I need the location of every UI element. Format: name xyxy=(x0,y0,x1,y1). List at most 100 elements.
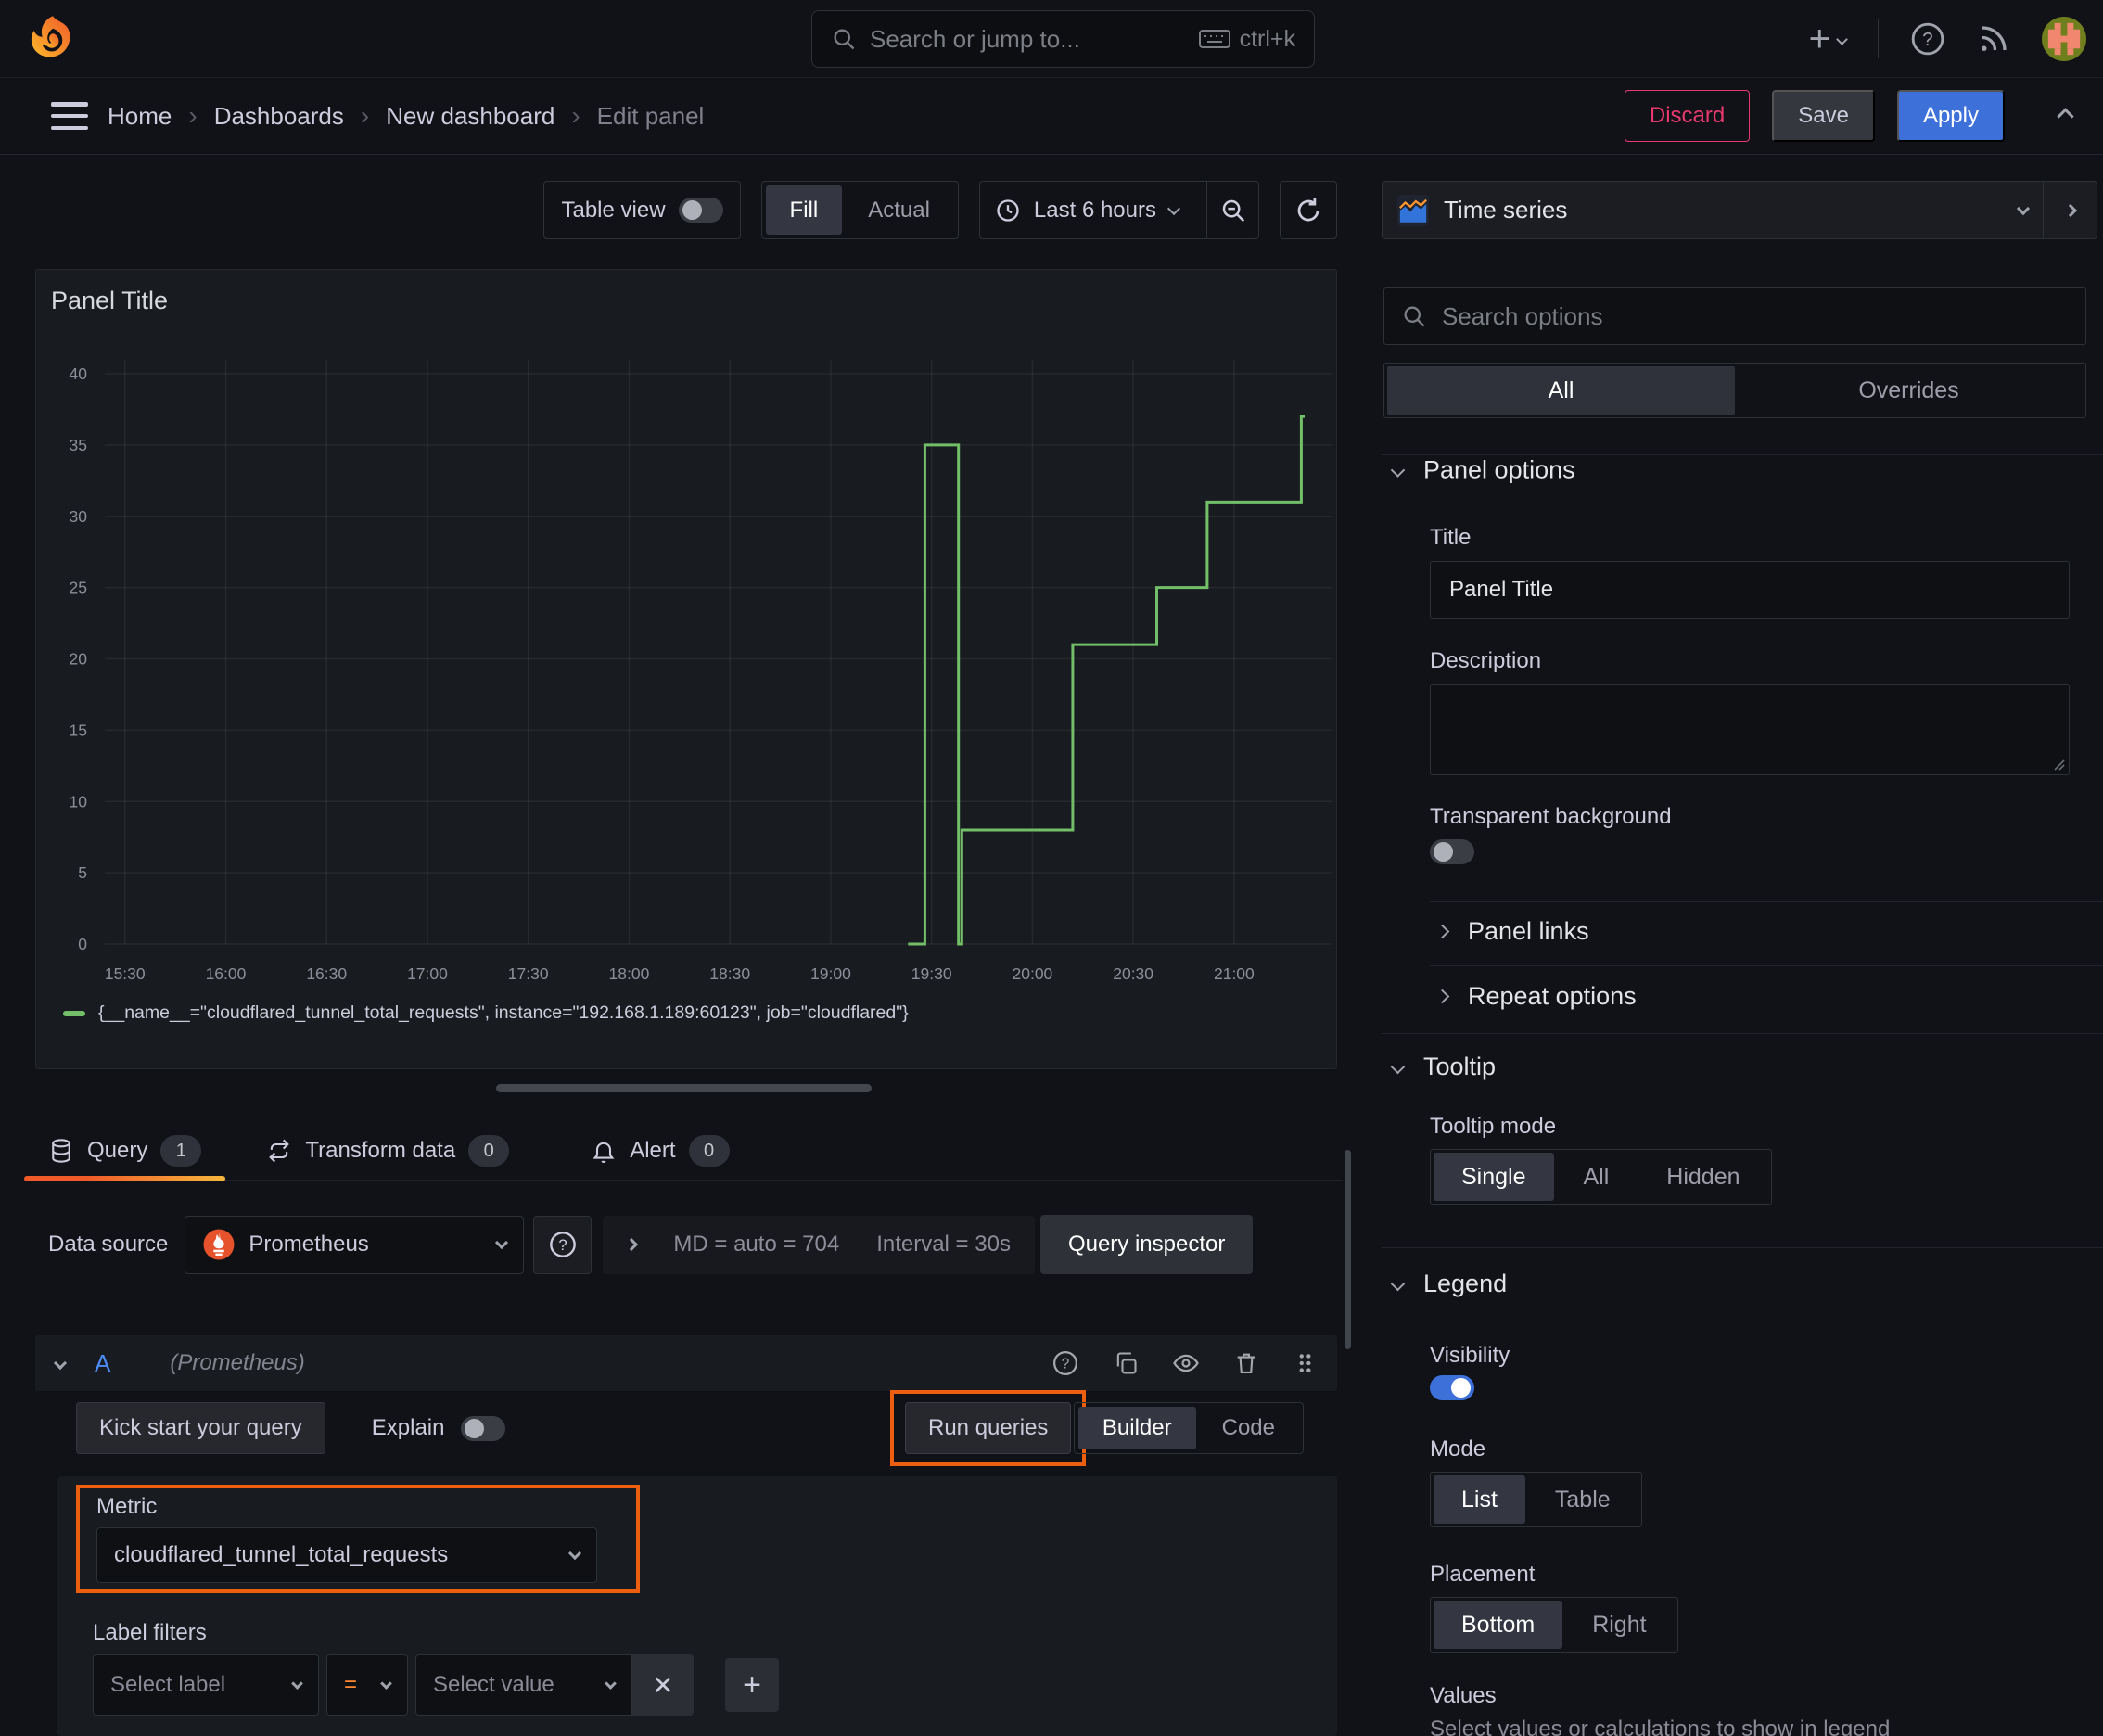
database-icon xyxy=(48,1138,74,1164)
table-view-toggle[interactable] xyxy=(678,198,723,223)
tab-all[interactable]: All xyxy=(1387,366,1735,415)
zoom-out-button[interactable] xyxy=(1206,182,1258,238)
duplicate-query-icon[interactable] xyxy=(1113,1350,1139,1376)
repeat-options-header[interactable]: Repeat options xyxy=(1434,982,1637,1011)
datasource-select[interactable]: Prometheus xyxy=(185,1215,525,1274)
search-shortcut: ctrl+k xyxy=(1198,26,1295,53)
query-help-icon[interactable]: ? xyxy=(1052,1349,1079,1377)
refresh-button[interactable] xyxy=(1280,181,1337,239)
transparent-background-toggle[interactable] xyxy=(1430,839,1474,864)
collapse-options-button[interactable] xyxy=(2043,182,2097,238)
collapse-header-icon[interactable] xyxy=(2057,107,2074,125)
datasource-row: Data source Prometheus ? MD = auto = 704… xyxy=(35,1215,1337,1274)
query-inspector-button[interactable]: Query inspector xyxy=(1039,1215,1254,1274)
label-filters-row: Select label = Select value ✕ + xyxy=(93,1654,779,1716)
global-search-input[interactable]: Search or jump to... ctrl+k xyxy=(811,10,1315,68)
remove-filter-button[interactable]: ✕ xyxy=(632,1654,694,1716)
news-rss-icon[interactable] xyxy=(1977,22,2010,56)
transparent-background-label: Transparent background xyxy=(1430,804,1672,829)
table-view-control: Table view xyxy=(543,181,741,239)
add-filter-button[interactable]: + xyxy=(725,1658,779,1712)
hide-query-icon[interactable] xyxy=(1172,1349,1200,1377)
drag-handle-icon[interactable] xyxy=(1293,1350,1317,1376)
tooltip-hidden-option[interactable]: Hidden xyxy=(1638,1153,1767,1201)
tab-transform-label: Transform data xyxy=(305,1138,456,1163)
breadcrumb: Home › Dashboards › New dashboard › Edit… xyxy=(108,101,704,131)
collapse-query-icon[interactable] xyxy=(53,1356,68,1371)
visualization-picker-row: Time series xyxy=(1382,181,2097,239)
legend-values-help: Select values or calculations to show in… xyxy=(1430,1717,1891,1736)
divider xyxy=(1382,1247,2103,1248)
tab-query[interactable]: Query 1 xyxy=(24,1122,226,1181)
legend-mode-table[interactable]: Table xyxy=(1527,1475,1638,1524)
code-option[interactable]: Code xyxy=(1198,1407,1299,1449)
select-value-dropdown[interactable]: Select value xyxy=(415,1654,632,1716)
query-options-row[interactable]: MD = auto = 704 Interval = 30s xyxy=(603,1215,1035,1274)
help-icon[interactable]: ? xyxy=(1910,21,1945,57)
panel-title-input[interactable]: Panel Title xyxy=(1430,561,2070,619)
actual-option[interactable]: Actual xyxy=(844,185,954,235)
explain-toggle[interactable] xyxy=(461,1415,506,1441)
avatar[interactable] xyxy=(2042,17,2086,61)
legend-series-label: {__name__="cloudflared_tunnel_total_requ… xyxy=(98,1002,909,1023)
discard-button[interactable]: Discard xyxy=(1624,90,1751,142)
grafana-logo-icon[interactable] xyxy=(28,13,78,65)
svg-text:21:00: 21:00 xyxy=(1214,964,1255,983)
query-count-badge: 1 xyxy=(160,1135,202,1167)
apply-button[interactable]: Apply xyxy=(1896,90,2005,142)
datasource-value: Prometheus xyxy=(249,1232,369,1257)
menu-toggle-icon[interactable] xyxy=(51,102,88,130)
svg-text:18:00: 18:00 xyxy=(609,964,650,983)
breadcrumb-dashboard-name[interactable]: New dashboard xyxy=(386,102,554,131)
legend-mode-list[interactable]: List xyxy=(1434,1475,1525,1524)
chevron-right-icon xyxy=(1434,924,1450,939)
svg-text:16:00: 16:00 xyxy=(206,964,247,983)
legend-placement-right[interactable]: Right xyxy=(1564,1601,1674,1649)
chevron-right-icon xyxy=(1434,989,1450,1004)
svg-text:20: 20 xyxy=(70,650,88,669)
kick-start-query-button[interactable]: Kick start your query xyxy=(76,1402,325,1454)
delete-query-icon[interactable] xyxy=(1233,1350,1259,1376)
new-menu-button[interactable]: + xyxy=(1809,20,1848,57)
visualization-select[interactable]: Time series xyxy=(1383,182,2043,238)
description-textarea[interactable] xyxy=(1430,684,2070,775)
query-ref-id[interactable]: A xyxy=(95,1349,110,1378)
tooltip-all-option[interactable]: All xyxy=(1556,1153,1638,1201)
main-scrollbar[interactable] xyxy=(1345,1150,1351,1349)
explain-label: Explain xyxy=(371,1415,445,1440)
tab-transform[interactable]: Transform data 0 xyxy=(242,1122,533,1180)
tab-alert[interactable]: Alert 0 xyxy=(567,1122,753,1180)
save-button[interactable]: Save xyxy=(1772,90,1875,142)
panel-links-header[interactable]: Panel links xyxy=(1434,917,1589,946)
tooltip-header[interactable]: Tooltip xyxy=(1390,1053,1496,1081)
select-label-dropdown[interactable]: Select label xyxy=(93,1654,319,1716)
fill-option[interactable]: Fill xyxy=(765,185,843,235)
legend-header[interactable]: Legend xyxy=(1390,1270,1507,1298)
time-range-picker[interactable]: Last 6 hours xyxy=(980,182,1193,238)
chevron-down-icon xyxy=(1390,1276,1406,1292)
top-nav: Search or jump to... ctrl+k + ? xyxy=(0,0,2103,78)
legend-visibility-label: Visibility xyxy=(1430,1343,1510,1368)
breadcrumb-home[interactable]: Home xyxy=(108,102,172,131)
tooltip-single-option[interactable]: Single xyxy=(1434,1153,1554,1201)
datasource-help-button[interactable]: ? xyxy=(533,1215,593,1274)
tooltip-mode-label: Tooltip mode xyxy=(1430,1114,1557,1139)
svg-text:17:30: 17:30 xyxy=(508,964,549,983)
divider xyxy=(1878,19,1879,58)
panel-resize-handle[interactable] xyxy=(496,1084,872,1092)
legend-item[interactable]: {__name__="cloudflared_tunnel_total_requ… xyxy=(63,1002,909,1024)
metric-select[interactable]: cloudflared_tunnel_total_requests xyxy=(96,1527,597,1583)
transform-count-badge: 0 xyxy=(468,1135,510,1167)
panel-options-header[interactable]: Panel options xyxy=(1390,456,1575,485)
search-options-input[interactable]: Search options xyxy=(1383,287,2086,345)
legend-visibility-toggle[interactable] xyxy=(1430,1375,1474,1400)
tab-overrides[interactable]: Overrides xyxy=(1735,366,2083,415)
breadcrumb-dashboards[interactable]: Dashboards xyxy=(214,102,344,131)
breadcrumb-separator: › xyxy=(571,101,580,130)
panel-toolbar: Table view Fill Actual Last 6 hours xyxy=(35,181,1337,239)
builder-option[interactable]: Builder xyxy=(1077,1407,1196,1449)
operator-dropdown[interactable]: = xyxy=(326,1654,408,1716)
run-queries-button[interactable]: Run queries xyxy=(905,1402,1072,1454)
legend-placement-bottom[interactable]: Bottom xyxy=(1434,1601,1563,1649)
divider xyxy=(1430,965,2103,966)
